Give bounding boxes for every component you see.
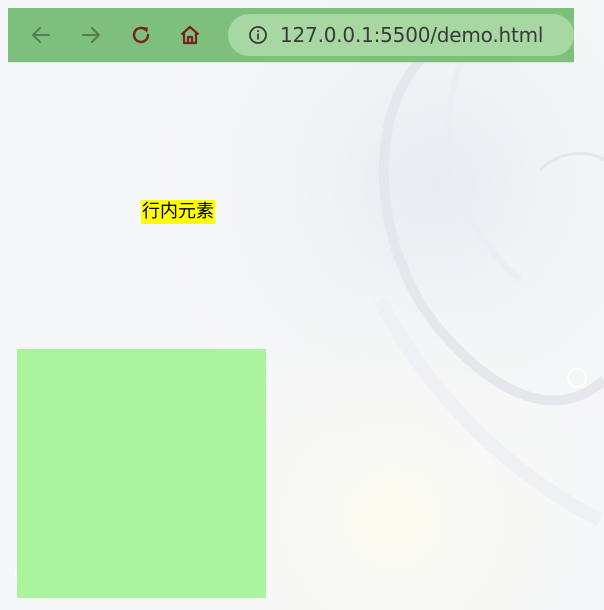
back-button[interactable] bbox=[24, 18, 58, 52]
home-icon bbox=[178, 23, 202, 47]
address-bar[interactable]: 127.0.0.1:5500/demo.html bbox=[228, 14, 574, 56]
browser-window: 127.0.0.1:5500/demo.html 行内元素 bbox=[0, 0, 604, 610]
info-icon[interactable] bbox=[248, 25, 268, 45]
url-text: 127.0.0.1:5500/demo.html bbox=[280, 23, 544, 47]
arrow-right-icon bbox=[79, 23, 103, 47]
browser-toolbar: 127.0.0.1:5500/demo.html bbox=[8, 8, 574, 62]
reload-icon bbox=[129, 23, 153, 47]
green-block-element bbox=[17, 349, 266, 598]
forward-button[interactable] bbox=[74, 18, 108, 52]
inline-element-text: 行内元素 bbox=[141, 200, 215, 224]
home-button[interactable] bbox=[173, 18, 207, 52]
reload-button[interactable] bbox=[124, 18, 158, 52]
arrow-left-icon bbox=[29, 23, 53, 47]
